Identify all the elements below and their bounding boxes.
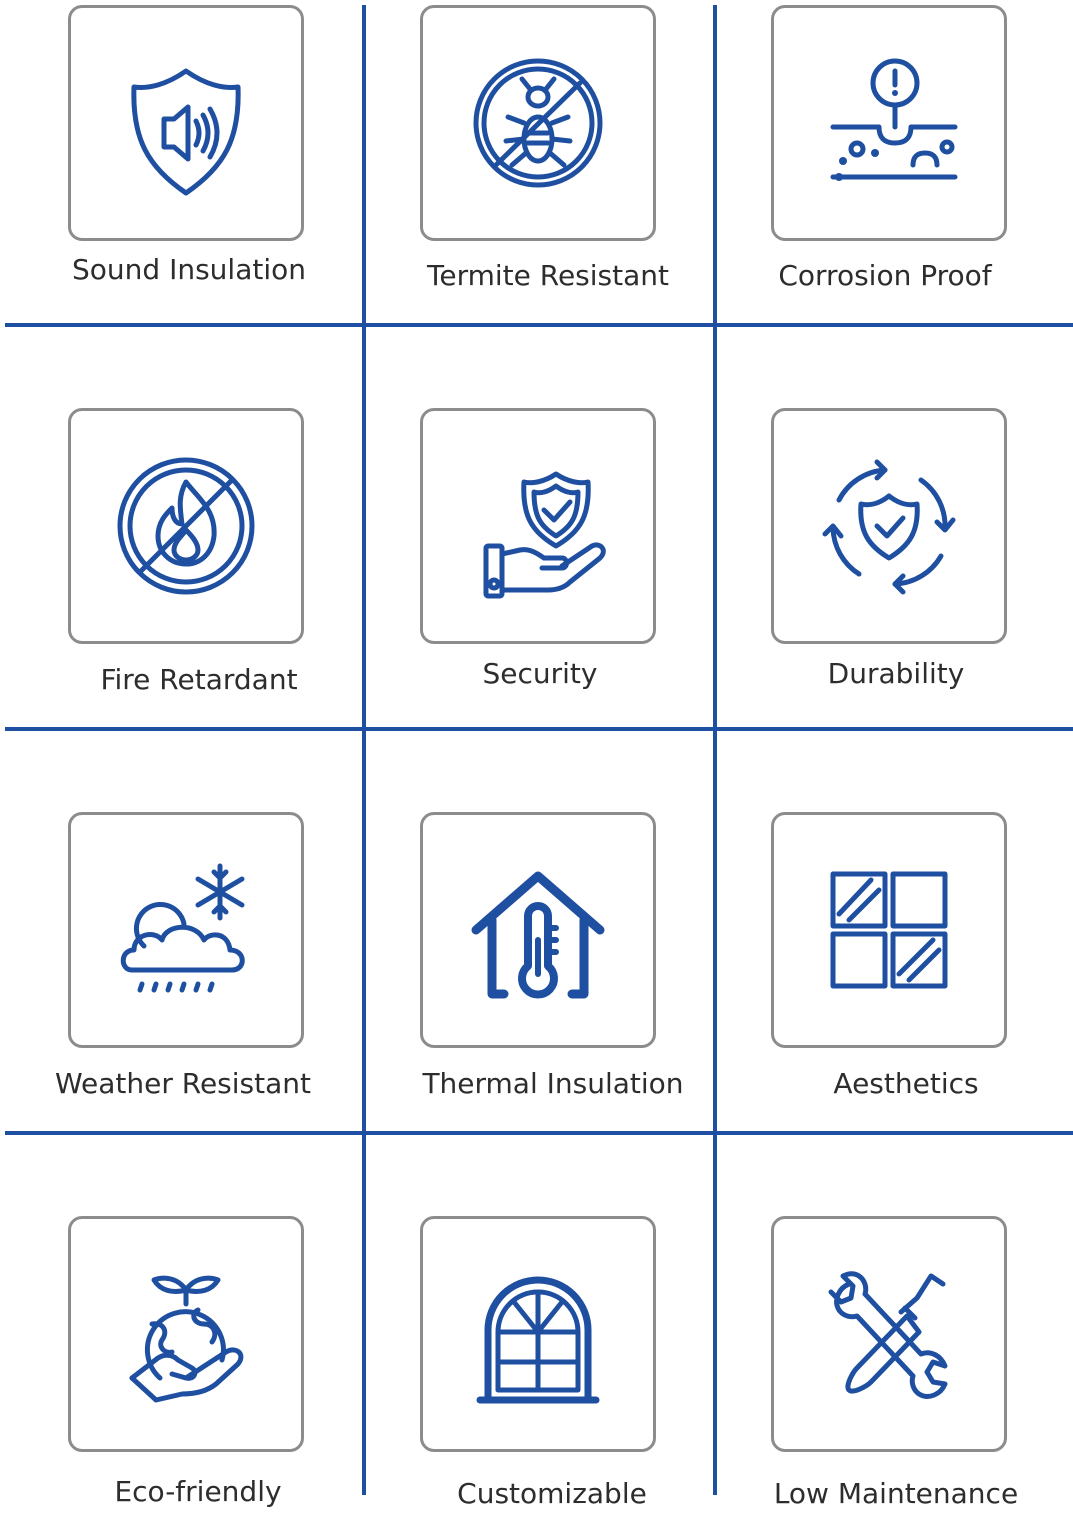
horizontal-divider-1 [5,323,1073,327]
feature-card-durability [771,408,1007,644]
sound-shield-icon [131,68,241,196]
weather-icon [120,863,245,993]
feature-card-security [420,408,656,644]
window-panes-icon [830,871,948,989]
feature-label: Aesthetics [833,1067,979,1100]
no-fire-icon [117,457,255,595]
arched-window-icon [476,1276,600,1404]
feature-card-sound-insulation [68,5,304,241]
feature-card-termite-resistant [420,5,656,241]
feature-label: Durability [827,657,965,690]
feature-card-customizable [420,1216,656,1452]
feature-card-fire-retardant [68,408,304,644]
shield-hand-icon [483,471,606,599]
feature-label: Thermal Insulation [422,1067,684,1100]
vertical-divider-1 [362,5,366,1495]
horizontal-divider-2 [5,727,1073,731]
feature-card-thermal-insulation [420,812,656,1048]
feature-label: Corrosion Proof [778,259,992,292]
feature-label: Low Maintenance [773,1477,1019,1510]
feature-label: Weather Resistant [54,1067,312,1100]
house-thermometer-icon [471,871,605,999]
feature-card-low-maintenance [771,1216,1007,1452]
tools-icon [828,1271,948,1399]
corrosion-icon [830,58,958,181]
feature-label: Sound Insulation [72,253,306,286]
feature-card-corrosion-proof [771,5,1007,241]
no-termite-icon [473,58,603,188]
feature-label: Termite Resistant [427,259,669,292]
shield-cycle-icon [822,459,956,595]
earth-hand-icon [129,1275,244,1403]
feature-label: Customizable [457,1477,647,1510]
feature-label: Security [482,657,598,690]
vertical-divider-2 [713,5,717,1495]
feature-card-eco-friendly [68,1216,304,1452]
horizontal-divider-3 [5,1131,1073,1135]
feature-card-aesthetics [771,812,1007,1048]
feature-card-weather-resistant [68,812,304,1048]
feature-label: Eco-friendly [114,1475,282,1508]
feature-label: Fire Retardant [100,663,298,696]
